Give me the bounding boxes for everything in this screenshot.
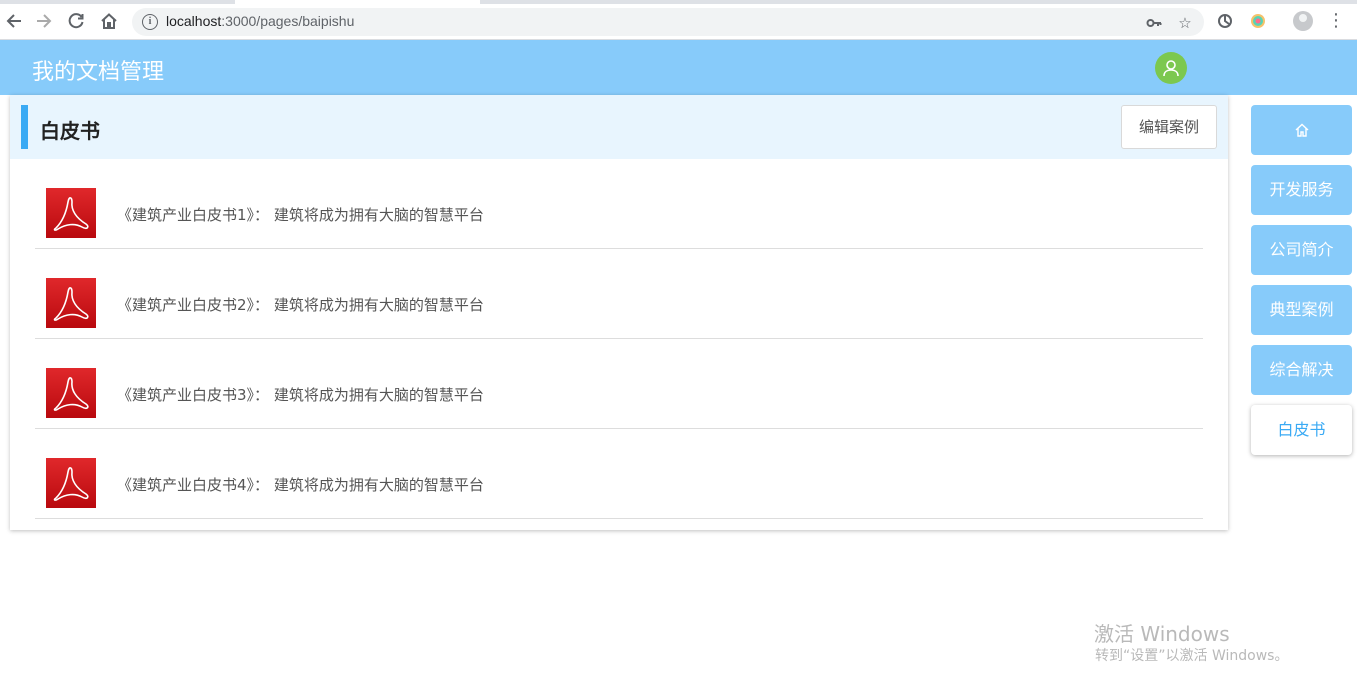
nav-home-button[interactable] (1251, 105, 1352, 155)
title-accent-bar (21, 105, 28, 149)
home-icon (1295, 123, 1308, 137)
list-item[interactable]: 《建筑产业白皮书2》： 建筑将成为拥有大脑的智慧平台 (35, 249, 1203, 339)
menu-icon[interactable]: ⋮ (1327, 10, 1345, 32)
user-icon (1163, 60, 1179, 77)
edit-cases-button[interactable]: 编辑案例 (1121, 105, 1217, 149)
panel-title: 白皮书 (40, 119, 100, 143)
browser-toolbar: i localhost:3000/pages/baipishu ☆ ⋮ (0, 0, 1357, 40)
nav-company-intro[interactable]: 公司简介 (1251, 225, 1352, 275)
profile-icon[interactable] (1293, 11, 1313, 31)
extension-color-icon[interactable] (1249, 12, 1267, 30)
pdf-icon[interactable] (46, 188, 96, 238)
nav-solutions[interactable]: 综合解决 (1251, 345, 1352, 395)
document-title[interactable]: 《建筑产业白皮书3》： 建筑将成为拥有大脑的智慧平台 (117, 384, 484, 405)
pdf-icon[interactable] (46, 458, 96, 508)
list-item[interactable]: 《建筑产业白皮书4》： 建筑将成为拥有大脑的智慧平台 (35, 429, 1203, 519)
document-title[interactable]: 《建筑产业白皮书1》： 建筑将成为拥有大脑的智慧平台 (117, 204, 484, 225)
pdf-icon[interactable] (46, 278, 96, 328)
list-item[interactable]: 《建筑产业白皮书1》： 建筑将成为拥有大脑的智慧平台 (35, 159, 1203, 249)
extension-icon[interactable] (1216, 12, 1234, 30)
document-title[interactable]: 《建筑产业白皮书2》： 建筑将成为拥有大脑的智慧平台 (117, 294, 484, 315)
whitepaper-panel: 白皮书 编辑案例 《建筑产业白皮书1》： 建筑将成为拥有大脑的智慧平台 《建筑产… (10, 95, 1228, 530)
nav-whitepaper[interactable]: 白皮书 (1251, 405, 1352, 455)
back-arrow-icon[interactable] (3, 10, 25, 32)
user-avatar[interactable] (1155, 52, 1187, 84)
nav-typical-cases[interactable]: 典型案例 (1251, 285, 1352, 335)
tab-strip (0, 0, 1357, 4)
active-tab[interactable] (235, 0, 480, 4)
reload-icon[interactable] (65, 10, 87, 32)
panel-header: 白皮书 编辑案例 (10, 95, 1228, 159)
address-bar[interactable]: i localhost:3000/pages/baipishu ☆ (132, 8, 1204, 36)
app-header: 我的文档管理 (0, 40, 1357, 95)
star-icon[interactable]: ☆ (1176, 14, 1194, 32)
url-text[interactable]: localhost:3000/pages/baipishu (166, 13, 354, 29)
windows-watermark-subtitle: 转到“设置”以激活 Windows。 (1095, 648, 1289, 664)
windows-watermark-title: 激活 Windows (1094, 622, 1230, 646)
list-item[interactable]: 《建筑产业白皮书3》： 建筑将成为拥有大脑的智慧平台 (35, 339, 1203, 429)
nav-dev-services[interactable]: 开发服务 (1251, 165, 1352, 215)
forward-arrow-icon[interactable] (33, 10, 55, 32)
document-title[interactable]: 《建筑产业白皮书4》： 建筑将成为拥有大脑的智慧平台 (117, 474, 484, 495)
home-icon[interactable] (98, 10, 120, 32)
document-list: 《建筑产业白皮书1》： 建筑将成为拥有大脑的智慧平台 《建筑产业白皮书2》： 建… (35, 159, 1203, 519)
pdf-icon[interactable] (46, 368, 96, 418)
key-icon[interactable] (1145, 14, 1163, 32)
info-icon[interactable]: i (142, 14, 158, 30)
app-title: 我的文档管理 (32, 60, 165, 85)
